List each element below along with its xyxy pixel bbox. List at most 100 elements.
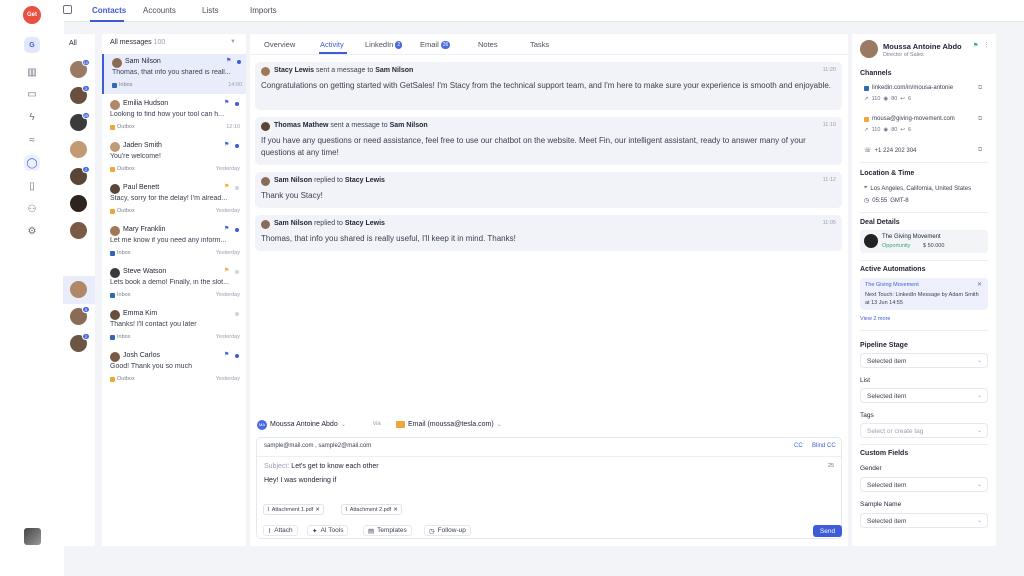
flag-icon[interactable]: ⚑ — [224, 99, 229, 106]
list-item[interactable]: Sam Nilson ⚑ Thomas, that info you share… — [102, 54, 246, 94]
copy-icon[interactable]: ⧉ — [978, 147, 982, 154]
briefcase-icon[interactable]: ▭ — [24, 86, 40, 102]
linkedin-channel[interactable]: linkedin.com/in/mousa-antonie — [864, 85, 953, 91]
sender-selector[interactable]: MA Moussa Antoine Abdo ⌄ — [257, 417, 346, 432]
flag-icon[interactable]: ⚑ — [224, 267, 229, 274]
follow-up-button[interactable]: ◷ Follow-up — [424, 525, 471, 536]
tab-contacts[interactable]: Contacts — [92, 6, 126, 15]
tab-notes[interactable]: Notes — [478, 40, 498, 49]
location-icon: ⌖ — [864, 185, 868, 191]
flag-icon[interactable]: ⚑ — [973, 42, 978, 49]
phone-icon: ☏ — [864, 148, 872, 154]
handshake-icon[interactable]: ≈ — [24, 132, 40, 148]
list-item[interactable]: Mary Franklin ⚑ Let me know if you need … — [102, 222, 246, 262]
avatar[interactable]: 10 — [70, 59, 90, 78]
attachment-chip[interactable]: ⌇ Attachment 2.pdf ✕ — [341, 504, 402, 515]
avatar[interactable]: 2 — [70, 333, 90, 352]
avatar[interactable] — [70, 141, 87, 158]
copy-icon[interactable]: ⧉ — [978, 116, 982, 123]
eye-icon: ◉ — [883, 127, 889, 133]
email-channel[interactable]: mousa@giving-movement.com — [864, 116, 955, 122]
avatar[interactable]: 20 — [70, 112, 90, 131]
tab-overview[interactable]: Overview — [264, 40, 295, 49]
view-more-link[interactable]: View 2 more — [860, 316, 890, 322]
clipboard-icon[interactable]: ▯ — [24, 178, 40, 194]
flag-icon[interactable]: ⚑ — [224, 141, 229, 148]
avatar — [261, 67, 270, 76]
chat-icon[interactable]: ◯ — [24, 155, 40, 171]
gender-select[interactable]: Selected item ⌄ — [860, 477, 988, 492]
tab-lists[interactable]: Lists — [202, 6, 218, 15]
contact-name: Moussa Antoine Abdo — [883, 42, 962, 51]
tab-activity[interactable]: Activity — [320, 40, 344, 49]
mail-icon — [110, 166, 115, 172]
phone-channel[interactable]: ☏ +1 224 202 304 — [864, 147, 916, 155]
avatar[interactable]: 2 — [70, 166, 90, 185]
sample-name-select[interactable]: Selected item ⌄ — [860, 513, 988, 528]
app-logo[interactable]: Get — [23, 6, 41, 24]
list-item[interactable]: Jaden Smith ⚑ You're welcome! Outbox Yes… — [102, 138, 246, 178]
channel-selector[interactable]: Email (moussa@tesla.com) ⌄ — [396, 417, 502, 432]
flag-icon[interactable]: ⚑ — [224, 351, 229, 358]
send-icon: ➚ — [864, 127, 869, 133]
templates-button[interactable]: ▤ Templates — [363, 525, 412, 536]
list-item[interactable]: Emilia Hudson ⚑ Looking to find how your… — [102, 96, 246, 136]
avatar[interactable] — [70, 281, 87, 298]
tab-linkedin[interactable]: LinkedIn 2 — [365, 40, 403, 49]
ai-tools-button[interactable]: ✦ AI Tools — [307, 525, 349, 536]
avatar — [261, 177, 270, 186]
left-rail: Get G ▥ ▭ ϟ ≈ ◯ ▯ ⚇ ⚙ — [0, 0, 64, 576]
avatar[interactable]: 5 — [70, 306, 90, 325]
close-icon[interactable]: ✕ — [393, 507, 398, 513]
current-user-avatar[interactable] — [24, 528, 41, 545]
gear-icon[interactable]: ⚙ — [24, 223, 40, 239]
chart-icon[interactable]: ▥ — [24, 64, 40, 80]
message-body-input[interactable]: Hey! I was wondering if — [264, 477, 336, 484]
sidebar-toggle-icon[interactable] — [63, 5, 72, 14]
recipients-field[interactable]: sample@mail.com , sample2@mail.com — [264, 443, 371, 449]
subject-field[interactable]: Subject: Let's get to know each other — [264, 463, 379, 470]
list-item[interactable]: Paul Benett ⚑ Stacy, sorry for the delay… — [102, 180, 246, 220]
tab-divider — [250, 54, 848, 55]
more-icon[interactable]: ⋮ — [983, 41, 990, 49]
close-icon[interactable]: ✕ — [977, 281, 982, 288]
chevron-down-icon: ⌄ — [496, 422, 502, 428]
copy-icon[interactable]: ⧉ — [978, 85, 982, 92]
tab-accounts[interactable]: Accounts — [143, 6, 176, 15]
deal-card[interactable]: The Giving Movement Opportunity $ 50.000 — [860, 230, 988, 253]
flag-icon[interactable]: ⚑ — [226, 57, 231, 64]
cc-button[interactable]: CC — [794, 443, 803, 449]
unread-dot — [235, 312, 239, 316]
tab-tasks[interactable]: Tasks — [530, 40, 549, 49]
send-button[interactable]: Send — [813, 525, 842, 537]
users-icon[interactable]: ⚇ — [24, 201, 40, 217]
automation-card[interactable]: The Giving Movement ✕ Next Touch: Linked… — [860, 278, 988, 310]
avatar[interactable]: 3 — [70, 85, 90, 104]
list-item[interactable]: Emma Kim Thanks! I'll contact you later … — [102, 306, 246, 346]
bolt-icon[interactable]: ϟ — [24, 109, 40, 125]
list-item[interactable]: Josh Carlos ⚑ Good! Thank you so much Ou… — [102, 348, 246, 388]
pipeline-stage-select[interactable]: Selected item ⌄ — [860, 353, 988, 368]
chevron-down-icon[interactable]: ▼ — [230, 39, 236, 45]
list-select[interactable]: Selected item ⌄ — [860, 388, 988, 403]
tab-imports[interactable]: Imports — [250, 6, 277, 15]
message-filter[interactable]: All messages 100 — [110, 39, 165, 46]
avatar[interactable] — [70, 195, 87, 212]
tab-email[interactable]: Email 26 — [420, 40, 451, 49]
avatar — [112, 58, 122, 68]
avatar — [261, 122, 270, 131]
mail-icon — [396, 421, 405, 428]
reply-icon: ↩ — [900, 127, 905, 133]
workspace-switcher[interactable]: G — [24, 37, 40, 53]
avatar[interactable] — [70, 222, 87, 239]
all-filter[interactable]: All — [69, 40, 77, 47]
flag-icon[interactable]: ⚑ — [224, 183, 229, 190]
tags-select[interactable]: Select or create tag ⌄ — [860, 423, 988, 438]
close-icon[interactable]: ✕ — [315, 507, 320, 513]
attach-button[interactable]: ⌇ Attach — [263, 525, 298, 536]
list-item[interactable]: Steve Watson ⚑ Lets book a demo! Finally… — [102, 264, 246, 304]
attachment-chip[interactable]: ⌇ Attachment 1.pdf ✕ — [263, 504, 324, 515]
automation-link[interactable]: The Giving Movement — [865, 282, 919, 288]
flag-icon[interactable]: ⚑ — [224, 225, 229, 232]
bcc-button[interactable]: Blind CC — [812, 443, 836, 449]
